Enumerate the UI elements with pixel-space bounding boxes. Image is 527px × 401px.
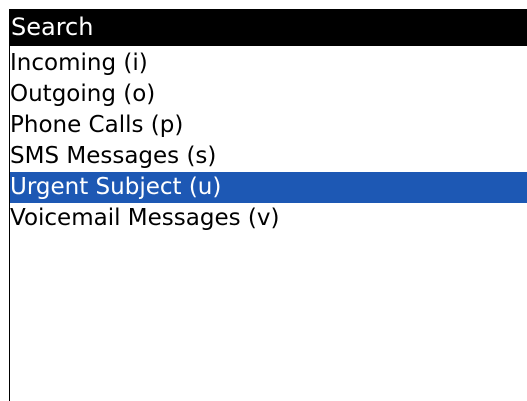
window-title: Search [11,13,94,41]
menu-item-outgoing[interactable]: Outgoing (o) [10,79,527,110]
search-options-list: Incoming (i) Outgoing (o) Phone Calls (p… [10,48,527,234]
search-screen: Search Incoming (i) Outgoing (o) Phone C… [9,9,527,401]
title-bar: Search [10,9,527,46]
menu-item-urgent-subject[interactable]: Urgent Subject (u) [10,172,527,203]
menu-item-sms-messages[interactable]: SMS Messages (s) [10,141,527,172]
menu-item-incoming[interactable]: Incoming (i) [10,48,527,79]
menu-item-phone-calls[interactable]: Phone Calls (p) [10,110,527,141]
menu-item-voicemail-messages[interactable]: Voicemail Messages (v) [10,203,527,234]
